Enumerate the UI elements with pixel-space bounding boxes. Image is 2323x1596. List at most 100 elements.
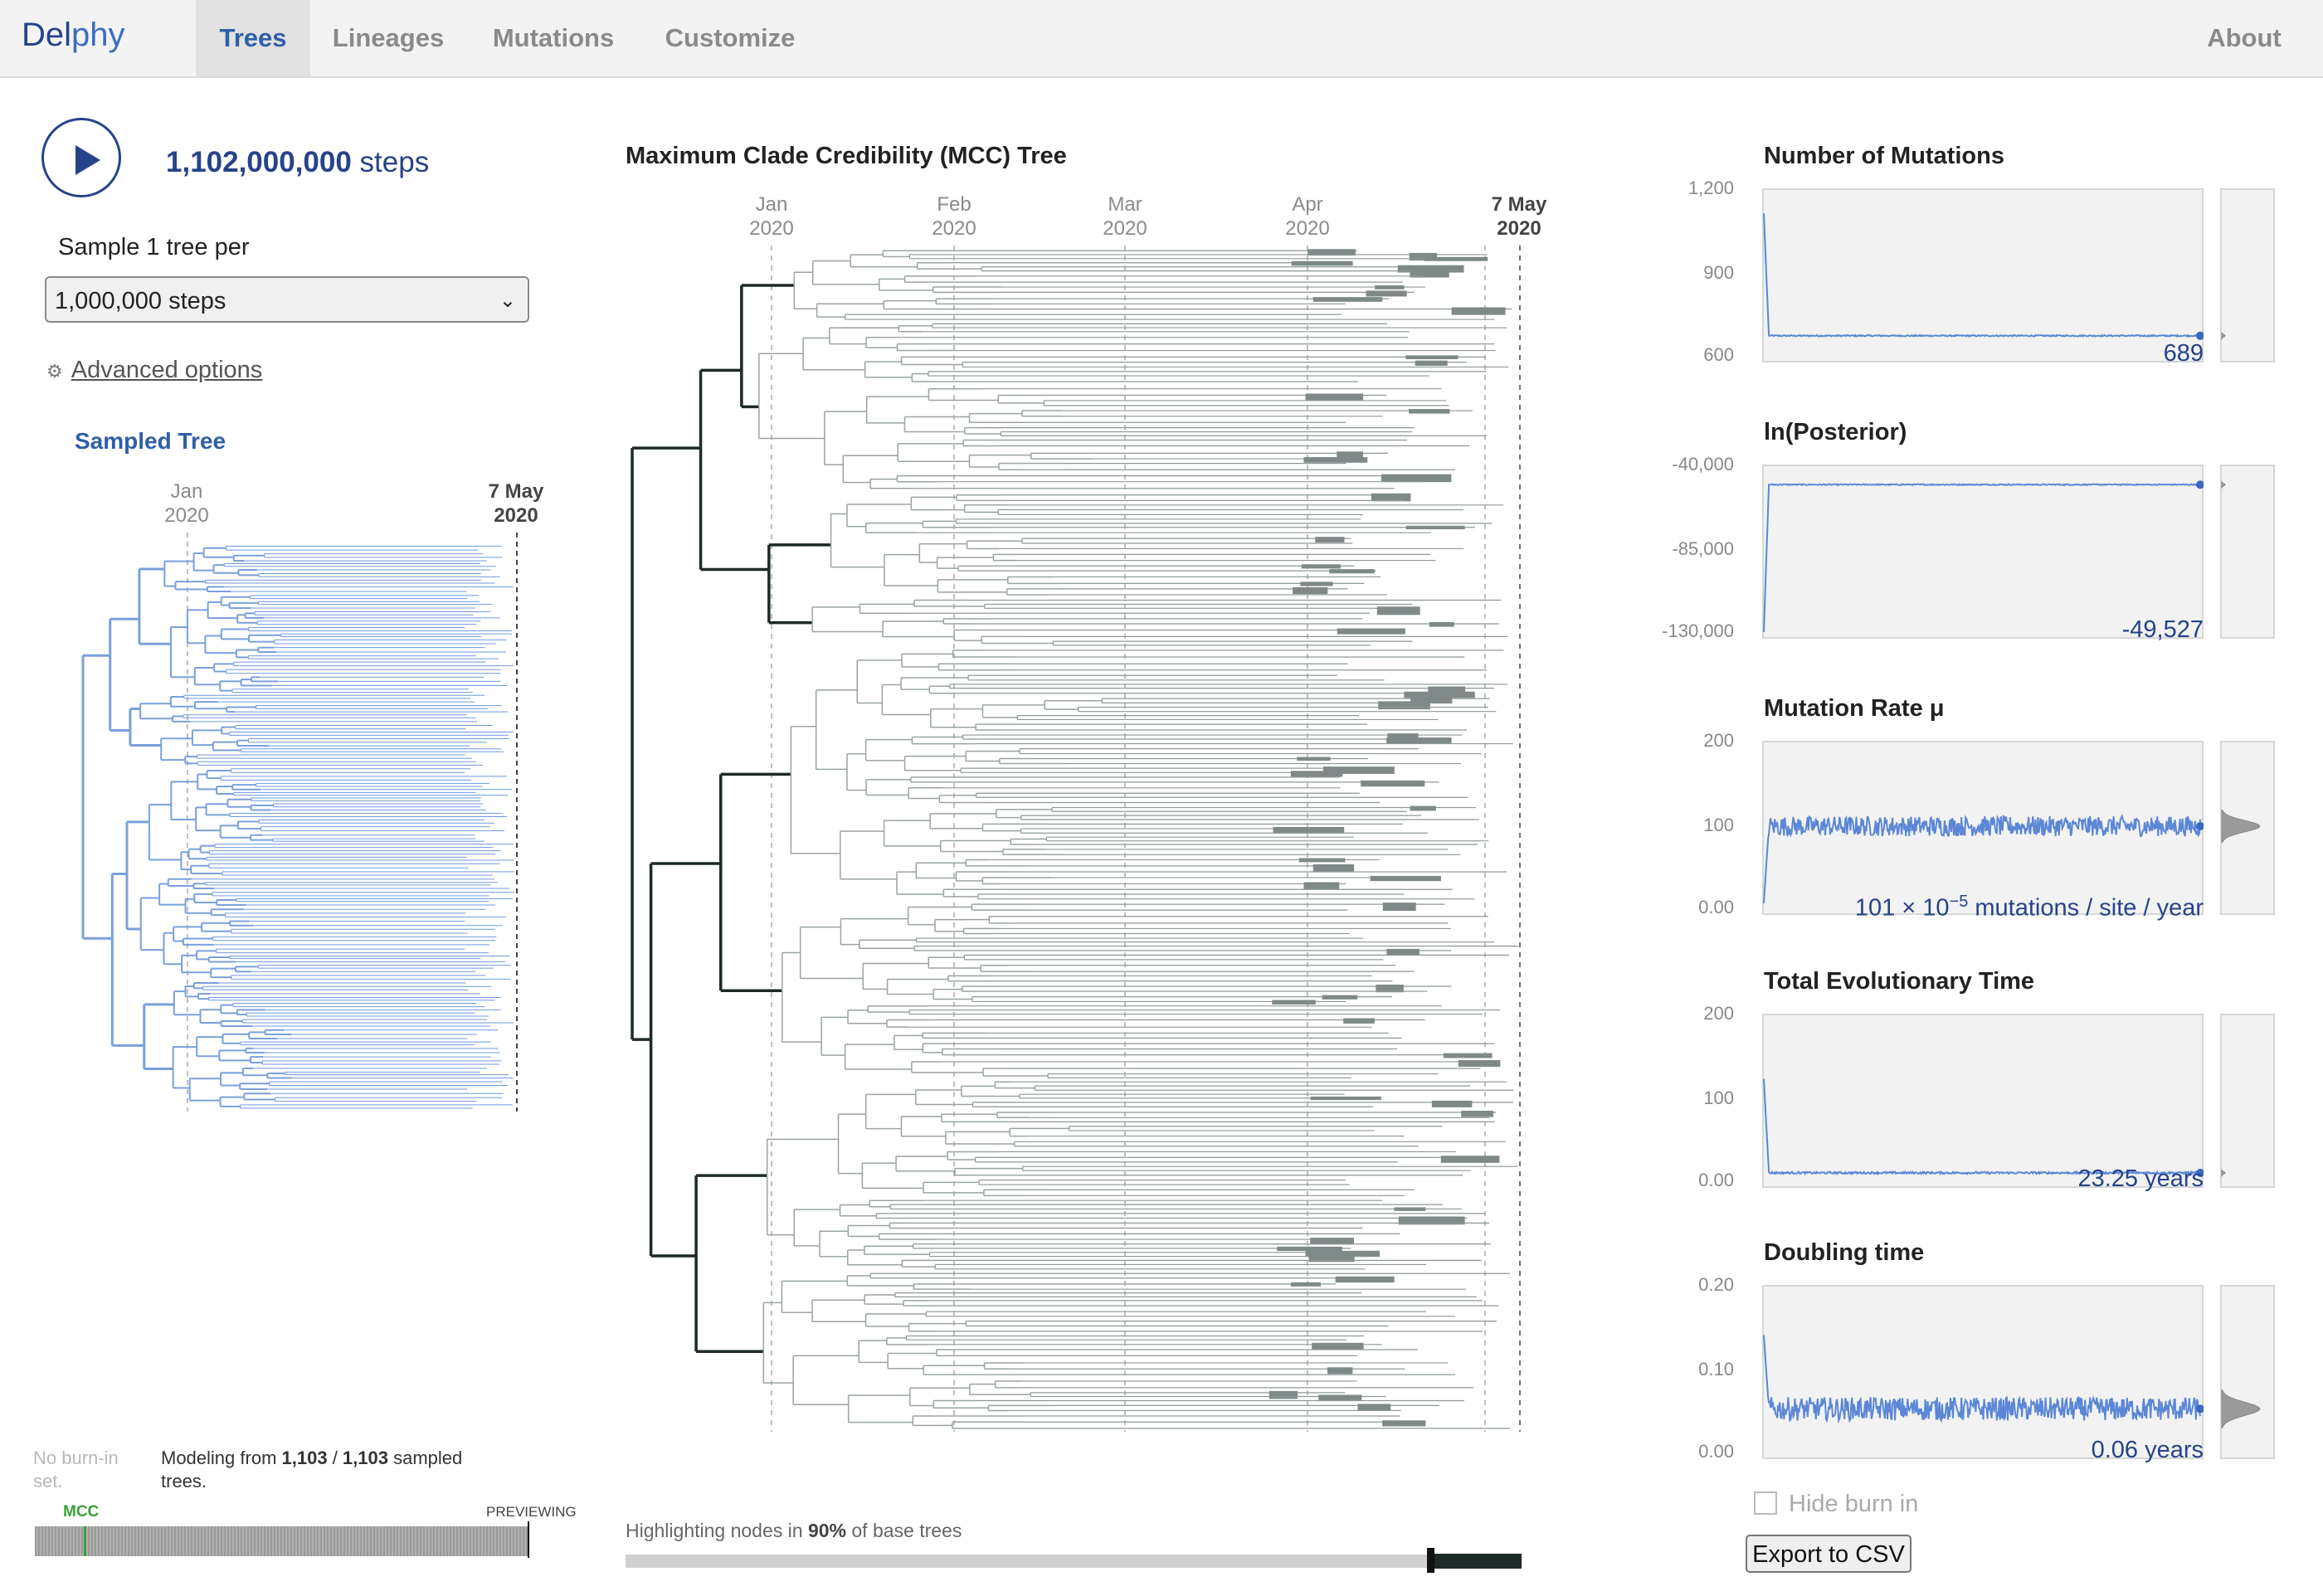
tab-lineages[interactable]: Lineages — [322, 0, 455, 76]
trace-value: -49,527 — [2121, 616, 2204, 643]
highlight-post: of base trees — [845, 1520, 962, 1541]
top-nav: Delphy Trees Lineages Mutations Customiz… — [0, 0, 2323, 78]
y-tick: 0.00 — [1698, 1441, 1734, 1462]
mcc-marker-label: MCC — [63, 1503, 100, 1521]
axis-year: 2020 — [749, 217, 794, 240]
preview-marker — [528, 1521, 529, 1558]
highlight-slider-track[interactable] — [626, 1555, 1430, 1568]
plot-title: Total Evolutionary Time — [1764, 968, 2035, 995]
trace-line — [1763, 213, 2204, 340]
y-tick: 100 — [1703, 1088, 1734, 1108]
trace-plot[interactable] — [1762, 1285, 2204, 1459]
tab-customize[interactable]: Customize — [655, 0, 805, 76]
advanced-options-label: Advanced options — [71, 357, 263, 383]
plot-title: Number of Mutations — [1764, 143, 2004, 169]
y-tick: 0.00 — [1698, 1170, 1734, 1190]
trace-value: 23.25 years — [2077, 1165, 2204, 1192]
trace-histogram — [2220, 1285, 2275, 1459]
modeling-count: 1,103 — [281, 1448, 328, 1468]
axis-year: 2020 — [932, 217, 976, 240]
y-tick: 1,200 — [1687, 178, 1734, 198]
sampled-axis-jan: Jan 2020 — [149, 479, 224, 528]
y-tick: 100 — [1703, 815, 1734, 835]
step-counter: 1,102,000,000 steps — [166, 146, 429, 179]
y-tick: 600 — [1703, 344, 1734, 365]
sample-label: Sample 1 tree per — [58, 234, 250, 260]
logo[interactable]: Delphy — [22, 17, 125, 54]
logo-part-a: Del — [22, 17, 72, 53]
mcc-tree — [631, 246, 1521, 1432]
axis-year: 2020 — [1103, 217, 1147, 240]
modeling-total: 1,103 — [342, 1448, 388, 1468]
trace-line — [1763, 480, 2204, 633]
hide-burn-in-checkbox[interactable]: Hide burn in — [1754, 1491, 1918, 1518]
sample-select-value: 1,000,000 steps — [55, 288, 226, 314]
advanced-options-link[interactable]: ⚙ Advanced options — [46, 357, 262, 384]
step-unit: steps — [351, 146, 430, 178]
axis-month: Jan — [755, 193, 788, 216]
mcc-tree-title: Maximum Clade Credibility (MCC) Tree — [626, 143, 1067, 169]
checkbox-icon — [1754, 1491, 1777, 1515]
y-tick: -85,000 — [1672, 538, 1734, 559]
y-tick: 0.10 — [1698, 1359, 1734, 1379]
y-tick: 200 — [1703, 730, 1734, 751]
axis-month: Mar — [1108, 193, 1142, 216]
trace-plot[interactable] — [1762, 465, 2204, 639]
axis-year: 2020 — [494, 504, 538, 527]
y-tick: -40,000 — [1672, 454, 1734, 474]
axis-month: Apr — [1292, 193, 1323, 216]
plot-title: ln(Posterior) — [1764, 419, 1907, 445]
y-tick: 0.20 — [1698, 1274, 1734, 1295]
axis-year: 2020 — [1285, 217, 1330, 240]
highlight-pre: Highlighting nodes in — [626, 1520, 808, 1541]
previewing-label: PREVIEWING — [486, 1504, 577, 1520]
hide-burn-label: Hide burn in — [1789, 1491, 1919, 1517]
chevron-down-icon: ⌄ — [499, 290, 516, 312]
axis-month: 7 May — [1491, 193, 1547, 216]
value-sup: −5 — [1949, 893, 1969, 911]
mcc-axis-may: 7 May 2020 — [1478, 192, 1561, 241]
sampled-axis-may: 7 May 2020 — [475, 479, 558, 528]
export-csv-button[interactable]: Export to CSV — [1746, 1535, 1911, 1573]
mcc-axis-jan: Jan 2020 — [734, 192, 809, 241]
mcc-axis-mar: Mar 2020 — [1088, 192, 1162, 241]
modeling-sep: / — [327, 1448, 343, 1468]
tab-mutations[interactable]: Mutations — [476, 0, 631, 76]
sampled-tree — [81, 533, 518, 1112]
trace-plot[interactable] — [1762, 741, 2204, 915]
plot-title: Mutation Rate μ — [1764, 695, 1945, 722]
y-tick: 0.00 — [1698, 897, 1734, 917]
mcc-axis-apr: Apr 2020 — [1270, 192, 1345, 241]
highlight-slider-handle[interactable] — [1427, 1548, 1434, 1573]
trace-plot[interactable] — [1762, 1014, 2204, 1188]
y-tick: 900 — [1703, 262, 1734, 283]
modeling-pre: Modeling from — [161, 1448, 282, 1468]
play-button[interactable] — [41, 118, 121, 197]
highlight-slider-fill — [1430, 1554, 1522, 1569]
trace-line — [1763, 1078, 2204, 1177]
sample-timeline-bar[interactable] — [35, 1521, 529, 1558]
modeling-note: Modeling from 1,103 / 1,103 sampled tree… — [161, 1447, 509, 1493]
highlight-percent: 90% — [807, 1520, 846, 1541]
sampled-tree-title: Sampled Tree — [75, 428, 226, 454]
trace-plot[interactable] — [1762, 188, 2204, 363]
trace-line — [1763, 814, 2204, 903]
trace-line — [1763, 1335, 2204, 1424]
axis-month: Jan — [170, 480, 203, 503]
plot-title: Doubling time — [1764, 1239, 1925, 1266]
gear-icon: ⚙ — [46, 361, 63, 382]
trace-histogram — [2220, 741, 2275, 915]
sample-frequency-select[interactable]: 1,000,000 steps ⌄ — [45, 276, 529, 323]
y-tick: -130,000 — [1662, 620, 1734, 641]
logo-part-b: phy — [71, 17, 125, 53]
highlight-caption: Highlighting nodes in 90% of base trees — [626, 1520, 962, 1542]
trace-histogram — [2220, 465, 2275, 639]
value-unit: mutations / site / year — [1968, 894, 2204, 922]
mcc-marker — [84, 1526, 86, 1556]
tab-about[interactable]: About — [2190, 0, 2298, 76]
burn-in-note: No burn-in set. — [33, 1448, 119, 1491]
trace-value: 689 — [2163, 340, 2204, 367]
step-count: 1,102,000,000 — [166, 146, 352, 178]
y-tick: 200 — [1703, 1003, 1734, 1024]
tab-trees[interactable]: Trees — [196, 0, 310, 76]
